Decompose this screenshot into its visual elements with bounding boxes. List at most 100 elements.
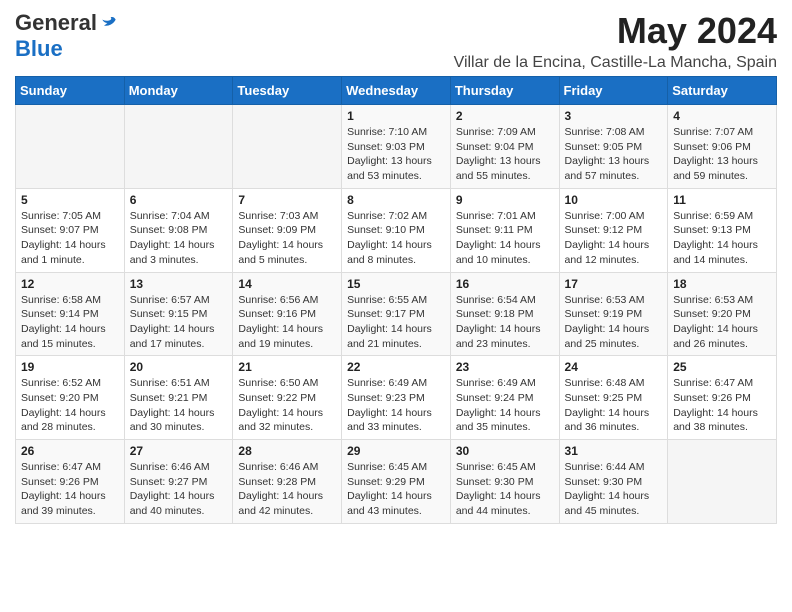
day-cell: 23 Sunrise: 6:49 AM Sunset: 9:24 PM Dayli…	[450, 356, 559, 440]
day-number: 8	[347, 193, 445, 207]
day-cell: 18Sunrise: 6:53 AM Sunset: 9:20 PM Dayli…	[668, 272, 777, 356]
day-info: Sunrise: 6:45 AM Sunset: 9:30 PM Dayligh…	[456, 460, 554, 519]
day-cell: 24Sunrise: 6:48 AM Sunset: 9:25 PM Dayli…	[559, 356, 668, 440]
day-number: 27	[130, 444, 228, 458]
day-number: 29	[347, 444, 445, 458]
calendar-table: SundayMondayTuesdayWednesdayThursdayFrid…	[15, 76, 777, 524]
day-info: Sunrise: 6:45 AM Sunset: 9:29 PM Dayligh…	[347, 460, 445, 519]
day-cell: 17 Sunrise: 6:53 AM Sunset: 9:19 PM Dayli…	[559, 272, 668, 356]
day-info: Sunrise: 6:52 AM Sunset: 9:20 PM Dayligh…	[21, 376, 119, 435]
day-cell	[233, 105, 342, 189]
day-number: 28	[238, 444, 336, 458]
day-cell: 27Sunrise: 6:46 AM Sunset: 9:27 PM Dayli…	[124, 440, 233, 524]
day-number: 21	[238, 360, 336, 374]
day-info: Sunrise: 7:02 AM Sunset: 9:10 PM Dayligh…	[347, 209, 445, 268]
day-number: 12	[21, 277, 119, 291]
title-area: May 2024 Villar de la Encina, Castille-L…	[454, 10, 777, 72]
day-cell: 15 Sunrise: 6:55 AM Sunset: 9:17 PM Dayli…	[342, 272, 451, 356]
day-info: Sunrise: 7:01 AM Sunset: 9:11 PM Dayligh…	[456, 209, 554, 268]
subtitle: Villar de la Encina, Castille-La Mancha,…	[454, 54, 777, 72]
week-row-2: 5 Sunrise: 7:05 AM Sunset: 9:07 PM Daylig…	[16, 188, 777, 272]
day-number: 3	[565, 109, 663, 123]
day-cell	[668, 440, 777, 524]
day-cell: 21 Sunrise: 6:50 AM Sunset: 9:22 PM Dayli…	[233, 356, 342, 440]
week-row-3: 12 Sunrise: 6:58 AM Sunset: 9:14 PM Dayli…	[16, 272, 777, 356]
day-number: 20	[130, 360, 228, 374]
day-number: 25	[673, 360, 771, 374]
day-cell: 3Sunrise: 7:08 AM Sunset: 9:05 PM Daylig…	[559, 105, 668, 189]
day-number: 2	[456, 109, 554, 123]
day-cell: 7 Sunrise: 7:03 AM Sunset: 9:09 PM Daylig…	[233, 188, 342, 272]
weekday-header-row: SundayMondayTuesdayWednesdayThursdayFrid…	[16, 77, 777, 105]
day-number: 19	[21, 360, 119, 374]
day-cell: 26 Sunrise: 6:47 AM Sunset: 9:26 PM Dayli…	[16, 440, 125, 524]
day-number: 22	[347, 360, 445, 374]
day-number: 30	[456, 444, 554, 458]
day-cell: 10Sunrise: 7:00 AM Sunset: 9:12 PM Dayli…	[559, 188, 668, 272]
day-cell: 1 Sunrise: 7:10 AM Sunset: 9:03 PM Daylig…	[342, 105, 451, 189]
logo-general-text: General	[15, 10, 97, 36]
day-cell: 31Sunrise: 6:44 AM Sunset: 9:30 PM Dayli…	[559, 440, 668, 524]
day-cell: 6Sunrise: 7:04 AM Sunset: 9:08 PM Daylig…	[124, 188, 233, 272]
day-info: Sunrise: 6:44 AM Sunset: 9:30 PM Dayligh…	[565, 460, 663, 519]
weekday-header-sunday: Sunday	[16, 77, 125, 105]
day-number: 26	[21, 444, 119, 458]
day-cell: 22Sunrise: 6:49 AM Sunset: 9:23 PM Dayli…	[342, 356, 451, 440]
day-number: 7	[238, 193, 336, 207]
day-info: Sunrise: 7:10 AM Sunset: 9:03 PM Dayligh…	[347, 125, 445, 184]
logo: General Blue	[15, 10, 119, 62]
day-info: Sunrise: 7:03 AM Sunset: 9:09 PM Dayligh…	[238, 209, 336, 268]
day-info: Sunrise: 6:47 AM Sunset: 9:26 PM Dayligh…	[21, 460, 119, 519]
week-row-5: 26 Sunrise: 6:47 AM Sunset: 9:26 PM Dayli…	[16, 440, 777, 524]
logo-blue-text: Blue	[15, 36, 63, 62]
day-cell: 16 Sunrise: 6:54 AM Sunset: 9:18 PM Dayli…	[450, 272, 559, 356]
week-row-4: 19 Sunrise: 6:52 AM Sunset: 9:20 PM Dayli…	[16, 356, 777, 440]
day-number: 6	[130, 193, 228, 207]
day-number: 4	[673, 109, 771, 123]
day-info: Sunrise: 7:05 AM Sunset: 9:07 PM Dayligh…	[21, 209, 119, 268]
day-cell: 11 Sunrise: 6:59 AM Sunset: 9:13 PM Dayli…	[668, 188, 777, 272]
weekday-header-saturday: Saturday	[668, 77, 777, 105]
weekday-header-wednesday: Wednesday	[342, 77, 451, 105]
day-info: Sunrise: 7:09 AM Sunset: 9:04 PM Dayligh…	[456, 125, 554, 184]
day-cell: 12 Sunrise: 6:58 AM Sunset: 9:14 PM Dayli…	[16, 272, 125, 356]
day-info: Sunrise: 6:59 AM Sunset: 9:13 PM Dayligh…	[673, 209, 771, 268]
day-info: Sunrise: 6:53 AM Sunset: 9:19 PM Dayligh…	[565, 293, 663, 352]
day-number: 10	[565, 193, 663, 207]
week-row-1: 1 Sunrise: 7:10 AM Sunset: 9:03 PM Daylig…	[16, 105, 777, 189]
day-info: Sunrise: 6:55 AM Sunset: 9:17 PM Dayligh…	[347, 293, 445, 352]
day-number: 11	[673, 193, 771, 207]
day-number: 16	[456, 277, 554, 291]
day-cell: 14 Sunrise: 6:56 AM Sunset: 9:16 PM Dayli…	[233, 272, 342, 356]
day-cell: 2 Sunrise: 7:09 AM Sunset: 9:04 PM Daylig…	[450, 105, 559, 189]
day-cell: 25Sunrise: 6:47 AM Sunset: 9:26 PM Dayli…	[668, 356, 777, 440]
weekday-header-tuesday: Tuesday	[233, 77, 342, 105]
day-number: 13	[130, 277, 228, 291]
day-cell: 5 Sunrise: 7:05 AM Sunset: 9:07 PM Daylig…	[16, 188, 125, 272]
day-cell	[16, 105, 125, 189]
day-number: 23	[456, 360, 554, 374]
day-cell: 28 Sunrise: 6:46 AM Sunset: 9:28 PM Dayli…	[233, 440, 342, 524]
day-number: 15	[347, 277, 445, 291]
day-number: 1	[347, 109, 445, 123]
day-info: Sunrise: 6:51 AM Sunset: 9:21 PM Dayligh…	[130, 376, 228, 435]
day-info: Sunrise: 6:56 AM Sunset: 9:16 PM Dayligh…	[238, 293, 336, 352]
day-number: 17	[565, 277, 663, 291]
day-info: Sunrise: 6:49 AM Sunset: 9:24 PM Dayligh…	[456, 376, 554, 435]
day-number: 24	[565, 360, 663, 374]
day-cell: 30 Sunrise: 6:45 AM Sunset: 9:30 PM Dayli…	[450, 440, 559, 524]
day-cell: 4 Sunrise: 7:07 AM Sunset: 9:06 PM Daylig…	[668, 105, 777, 189]
weekday-header-thursday: Thursday	[450, 77, 559, 105]
day-info: Sunrise: 6:58 AM Sunset: 9:14 PM Dayligh…	[21, 293, 119, 352]
day-info: Sunrise: 6:46 AM Sunset: 9:28 PM Dayligh…	[238, 460, 336, 519]
day-cell: 19 Sunrise: 6:52 AM Sunset: 9:20 PM Dayli…	[16, 356, 125, 440]
day-number: 14	[238, 277, 336, 291]
day-cell	[124, 105, 233, 189]
day-info: Sunrise: 6:57 AM Sunset: 9:15 PM Dayligh…	[130, 293, 228, 352]
day-number: 5	[21, 193, 119, 207]
day-info: Sunrise: 6:54 AM Sunset: 9:18 PM Dayligh…	[456, 293, 554, 352]
weekday-header-monday: Monday	[124, 77, 233, 105]
day-info: Sunrise: 6:50 AM Sunset: 9:22 PM Dayligh…	[238, 376, 336, 435]
day-cell: 13 Sunrise: 6:57 AM Sunset: 9:15 PM Dayli…	[124, 272, 233, 356]
day-info: Sunrise: 7:07 AM Sunset: 9:06 PM Dayligh…	[673, 125, 771, 184]
